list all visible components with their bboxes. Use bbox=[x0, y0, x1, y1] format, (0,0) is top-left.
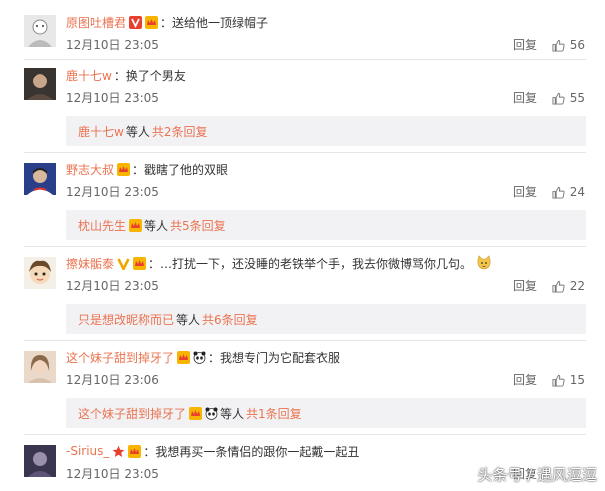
thumbs-up-icon bbox=[552, 280, 565, 293]
like-button[interactable]: 56 bbox=[552, 37, 585, 53]
reply-username[interactable]: 鹿十七w bbox=[78, 123, 124, 140]
username-link[interactable]: 鹿十七w bbox=[66, 67, 112, 84]
username-link[interactable]: 野志大叔 bbox=[66, 161, 114, 178]
comment-header: 原图吐槽君 ： 送给他一顶绿帽子 bbox=[66, 14, 269, 31]
comment-header: 鹿十七w ： 换了个男友 bbox=[66, 67, 186, 84]
reply-button[interactable]: 回复 bbox=[513, 278, 537, 294]
like-button[interactable]: 55 bbox=[552, 90, 585, 106]
reply-button[interactable]: 回复 bbox=[513, 372, 537, 388]
divider bbox=[24, 340, 586, 341]
comment-text: 换了个男友 bbox=[125, 68, 186, 83]
member-crown-icon[interactable] bbox=[189, 406, 203, 420]
comment-header: 这个妹子甜到掉牙了 ： 我想专门为它配套衣服 bbox=[66, 349, 341, 366]
reply-username[interactable]: 这个妹子甜到掉牙了 bbox=[78, 405, 186, 422]
reply-middle-text: 等人 bbox=[220, 406, 245, 421]
like-button[interactable]: 22 bbox=[552, 278, 585, 294]
avatar[interactable] bbox=[24, 351, 56, 383]
thumbs-up-icon bbox=[552, 374, 565, 387]
comment-time: 12月10日 23:05 bbox=[66, 185, 159, 199]
reply-count-link[interactable]: 共1条回复 bbox=[246, 405, 302, 422]
reply-button[interactable]: 回复 bbox=[513, 90, 537, 106]
reply-middle-text: 等人 bbox=[125, 124, 150, 139]
avatar[interactable] bbox=[24, 68, 56, 100]
yellow-v-icon[interactable] bbox=[117, 257, 130, 270]
like-count: 56 bbox=[569, 38, 585, 52]
like-button[interactable]: 24 bbox=[552, 184, 585, 200]
comment-header: -Sirius_ ： 我想再买一条情侣的跟你一起戴一起丑 bbox=[66, 444, 360, 459]
comment-text: 我想专门为它配套衣服 bbox=[220, 350, 341, 365]
divider bbox=[24, 246, 586, 247]
reply-summary[interactable]: 枕山先生 等人 共5条回复 bbox=[66, 210, 586, 240]
reply-summary[interactable]: 只是想改昵称而已 等人 共6条回复 bbox=[66, 304, 586, 334]
comment-list: 原图吐槽君 ： 送给他一顶绿帽子 12月10日 23:05 回复 56 鹿十七w… bbox=[0, 0, 605, 491]
cat-face-emoji-icon bbox=[476, 255, 492, 271]
comment-text: 我想再买一条情侣的跟你一起戴一起丑 bbox=[155, 444, 360, 459]
reply-summary[interactable]: 这个妹子甜到掉牙了 等人 共1条回复 bbox=[66, 398, 586, 428]
reply-username[interactable]: 枕山先生 bbox=[78, 217, 126, 234]
vip-v-icon[interactable] bbox=[129, 15, 143, 29]
reply-button[interactable]: 回复 bbox=[513, 37, 537, 53]
member-crown-icon[interactable] bbox=[133, 256, 147, 270]
reply-summary[interactable]: 鹿十七w 等人 共2条回复 bbox=[66, 116, 586, 146]
comment-text: …打扰一下，还没睡的老铁举个手，我去你微博骂你几句。 bbox=[160, 256, 473, 271]
divider bbox=[24, 59, 586, 60]
like-count: 22 bbox=[569, 279, 585, 293]
member-crown-icon[interactable] bbox=[128, 444, 142, 458]
reply-count-link[interactable]: 共6条回复 bbox=[202, 311, 258, 328]
red-star-icon[interactable] bbox=[112, 445, 125, 458]
avatar[interactable] bbox=[24, 15, 56, 47]
comment-header: 野志大叔 ： 戳瞎了他的双眼 bbox=[66, 161, 229, 178]
username-link[interactable]: 这个妹子甜到掉牙了 bbox=[66, 349, 174, 366]
member-crown-icon[interactable] bbox=[145, 15, 159, 29]
reply-button[interactable]: 回复 bbox=[513, 184, 537, 200]
comment-time: 12月10日 23:05 bbox=[66, 467, 159, 481]
panda-icon[interactable] bbox=[193, 351, 206, 364]
like-count: 15 bbox=[569, 373, 585, 387]
reply-count-link[interactable]: 共5条回复 bbox=[170, 217, 226, 234]
like-count: 24 bbox=[569, 185, 585, 199]
comment-text: 戳瞎了他的双眼 bbox=[144, 162, 229, 177]
reply-username[interactable]: 只是想改昵称而已 bbox=[78, 311, 174, 328]
panda-icon[interactable] bbox=[205, 407, 218, 420]
comment-time: 12月10日 23:05 bbox=[66, 38, 159, 52]
avatar[interactable] bbox=[24, 257, 56, 289]
username-link[interactable]: 擦妹骺泰 bbox=[66, 255, 114, 272]
reply-middle-text: 等人 bbox=[144, 218, 169, 233]
thumbs-up-icon bbox=[552, 92, 565, 105]
divider bbox=[24, 434, 586, 435]
divider bbox=[24, 152, 586, 153]
comment-text: 送给他一顶绿帽子 bbox=[172, 15, 269, 30]
comment-header: 擦妹骺泰 ： …打扰一下，还没睡的老铁举个手，我去你微博骂你几句。 bbox=[66, 254, 492, 272]
member-crown-icon[interactable] bbox=[117, 162, 131, 176]
comment-time: 12月10日 23:05 bbox=[66, 91, 159, 105]
comment-time: 12月10日 23:05 bbox=[66, 279, 159, 293]
username-link[interactable]: 原图吐槽君 bbox=[66, 14, 126, 31]
watermark: 头条号 / 遇风逗逗 bbox=[477, 466, 597, 484]
like-count: 55 bbox=[569, 91, 585, 105]
reply-count-link[interactable]: 共2条回复 bbox=[152, 123, 208, 140]
avatar[interactable] bbox=[24, 163, 56, 195]
avatar[interactable] bbox=[24, 445, 56, 477]
thumbs-up-icon bbox=[552, 186, 565, 199]
comment-time: 12月10日 23:06 bbox=[66, 373, 159, 387]
like-button[interactable]: 15 bbox=[552, 372, 585, 388]
member-crown-icon[interactable] bbox=[177, 350, 191, 364]
username-link[interactable]: -Sirius_ bbox=[66, 444, 109, 458]
member-crown-icon[interactable] bbox=[129, 218, 143, 232]
thumbs-up-icon bbox=[552, 39, 565, 52]
reply-middle-text: 等人 bbox=[176, 312, 201, 327]
